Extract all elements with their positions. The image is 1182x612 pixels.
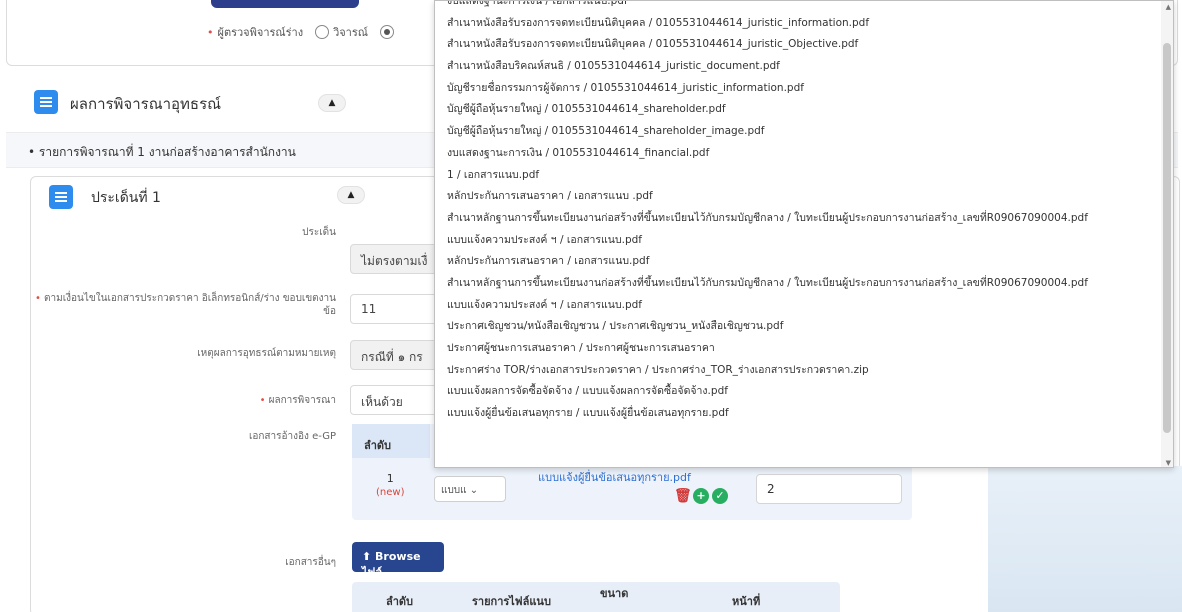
row-number: 1 xyxy=(386,472,394,485)
option-label: วิจารณ์ xyxy=(333,26,368,39)
doc-type-select[interactable]: แบบแ ⌄ xyxy=(434,476,506,502)
menu-icon xyxy=(49,185,73,209)
reason-field[interactable]: กรณีที่ ๑ กร xyxy=(350,340,440,370)
dropdown-option[interactable]: หลักประกันการเสนอราคา / เอกสารแนบ .pdf xyxy=(435,183,1165,205)
new-badge: (new) xyxy=(376,487,405,498)
dropdown-option[interactable]: แบบแจ้งผู้ยื่นข้อเสนอทุกราย / แบบแจ้งผู้… xyxy=(435,400,1165,422)
dropdown-option[interactable]: งบแสดงฐานะการเงิน / เอกสารแนบ.pdf xyxy=(435,1,1165,10)
table-row-number: 1 (new) xyxy=(376,472,404,498)
dropdown-option[interactable]: บัญชีรายชื่อกรรมการผู้จัดการ / 010553104… xyxy=(435,75,1165,97)
option-radio[interactable] xyxy=(315,25,330,39)
menu-icon xyxy=(34,90,58,114)
reviewer-row: • ผู้ตรวจพิจารณ์ร่าง วิจารณ์ xyxy=(207,23,394,41)
dropdown-option[interactable]: สำเนาหนังสือรับรองการจดทะเบียนนิติบุคคล … xyxy=(435,31,1165,53)
dropdown-option[interactable]: แบบแจ้งความประสงค์ ฯ / เอกสารแนบ.pdf xyxy=(435,292,1165,314)
dropdown-option[interactable]: ประกาศเชิญชวน/หนังสือเชิญชวน / ประกาศเชิ… xyxy=(435,313,1165,335)
result-label: • ผลการพิจารณา xyxy=(26,394,336,407)
option-radio-selected[interactable] xyxy=(379,25,394,39)
trash-icon[interactable]: 🗑 xyxy=(674,488,692,504)
dropdown-option[interactable]: บัญชีผู้ถือหุ้นรายใหญ่ / 0105531044614_s… xyxy=(435,96,1165,118)
collapse-button[interactable]: ▲ xyxy=(337,186,365,204)
dropdown-scrollbar[interactable]: ▲ ▼ xyxy=(1161,1,1173,467)
scroll-up-icon[interactable]: ▲ xyxy=(1166,3,1171,11)
dropdown-option[interactable]: สำเนาหนังสือรับรองการจดทะเบียนนิติบุคคล … xyxy=(435,10,1165,32)
dropdown-option[interactable]: สำเนาหลักฐานการขึ้นทะเบียนงานก่อสร้างที่… xyxy=(435,205,1165,227)
tor-clause-label-text: ตามเงื่อนไขในเอกสารประกวดราคา อิเล็กทรอน… xyxy=(44,293,336,317)
required-mark: • xyxy=(34,293,45,304)
reviewer-label: ผู้ตรวจพิจารณ์ร่าง xyxy=(217,26,304,39)
issue-label: ประเด็น xyxy=(26,226,336,239)
col-order-header: ลำดับ xyxy=(352,424,430,458)
scroll-down-icon[interactable]: ▼ xyxy=(1166,459,1171,467)
result-field[interactable]: เห็นด้วย xyxy=(350,385,440,415)
dropdown-option[interactable]: 1 / เอกสารแนบ.pdf xyxy=(435,162,1165,184)
doc-type-value: แบบแ xyxy=(441,485,467,496)
issue-label-text: ประเด็น xyxy=(302,227,336,238)
scrollbar-thumb[interactable] xyxy=(1163,43,1171,433)
dropdown-option[interactable]: บัญชีผู้ถือหุ้นรายใหญ่ / 0105531044614_s… xyxy=(435,118,1165,140)
col-order: ลำดับ xyxy=(386,595,414,608)
issue-field[interactable]: ไม่ตรงตามเงื่ xyxy=(350,244,440,274)
other-docs-label: เอกสารอื่นๆ xyxy=(285,557,336,568)
dropdown-option[interactable]: สำเนาหนังสือบริคณห์สนธิ / 0105531044614_… xyxy=(435,53,1165,75)
chevron-down-icon: ⌄ xyxy=(469,485,479,496)
ref-doc-label: เอกสารอ้างอิง e-GP xyxy=(248,431,336,442)
plus-icon[interactable]: + xyxy=(693,488,709,504)
tor-clause-field[interactable]: 11 xyxy=(350,294,440,324)
dropdown-options: งบแสดงฐานะการเงิน / เอกสารแนบ.pdf สำเนาหน… xyxy=(435,1,1165,422)
appeal-item-label: รายการพิจารณาที่ 1 งานก่อสร้างอาคารสำนัก… xyxy=(38,145,296,159)
required-mark: • xyxy=(259,395,269,406)
dropdown-option[interactable]: แบบแจ้งผลการจัดซื้อจัดจ้าง / แบบแจ้งผลกา… xyxy=(435,378,1165,400)
row-actions: 🗑 + ✓ xyxy=(674,488,728,504)
doc-type-dropdown-list[interactable]: งบแสดงฐานะการเงิน / เอกสารแนบ.pdf สำเนาหน… xyxy=(434,0,1174,468)
other-docs-table-header: ลำดับ รายการไฟล์แนบ ขนาด หน้าที่ xyxy=(352,582,840,612)
background-panel xyxy=(988,466,1182,612)
collapse-button[interactable]: ▲ xyxy=(318,94,346,112)
dropdown-option[interactable]: แบบแจ้งความประสงค์ ฯ / เอกสารแนบ.pdf xyxy=(435,227,1165,249)
col-page: หน้าที่ xyxy=(732,595,761,608)
required-mark: • xyxy=(207,25,214,39)
dropdown-option[interactable]: งบแสดงฐานะการเงิน / 0105531044614_financ… xyxy=(435,140,1165,162)
col-file: รายการไฟล์แนบ xyxy=(472,595,551,608)
upload-icon: ⬆ xyxy=(362,550,376,563)
issue-title: ประเด็นที่ 1 xyxy=(91,190,161,206)
reason-label: เหตุผลการอุทธรณ์ตามหมายเหตุ xyxy=(26,347,336,360)
tor-clause-label: • ตามเงื่อนไขในเอกสารประกวดราคา อิเล็กทร… xyxy=(26,292,336,318)
page-number-field[interactable]: 2 xyxy=(756,474,902,504)
dropdown-option[interactable]: ประกาศผู้ชนะการเสนอราคา / ประกาศผู้ชนะกา… xyxy=(435,335,1165,357)
check-icon[interactable]: ✓ xyxy=(712,488,728,504)
dropdown-option[interactable]: หลักประกันการเสนอราคา / เอกสารแนบ.pdf xyxy=(435,248,1165,270)
dropdown-option[interactable]: ประกาศร่าง TOR/ร่างเอกสารประกวดราคา / ปร… xyxy=(435,357,1165,379)
section-title: ผลการพิจารณาอุทธรณ์ xyxy=(70,95,222,113)
browse-file-button[interactable]: ⬆ Browse ไฟล์ xyxy=(352,542,444,579)
result-label-text: ผลการพิจารณา xyxy=(268,395,336,406)
col-size: ขนาด xyxy=(600,587,629,600)
ref-file-link[interactable]: แบบแจ้งผู้ยื่นข้อเสนอทุกราย.pdf xyxy=(538,468,691,486)
top-tab-button[interactable] xyxy=(211,0,359,8)
dropdown-option[interactable]: สำเนาหลักฐานการขึ้นทะเบียนงานก่อสร้างที่… xyxy=(435,270,1165,292)
reason-label-text: เหตุผลการอุทธรณ์ตามหมายเหตุ xyxy=(197,348,336,359)
appeal-review-page: • ผู้ตรวจพิจารณ์ร่าง วิจารณ์ ผลการพิจารณ… xyxy=(0,0,1182,612)
appeal-item-text: • รายการพิจารณาที่ 1 งานก่อสร้างอาคารสำน… xyxy=(28,145,296,159)
